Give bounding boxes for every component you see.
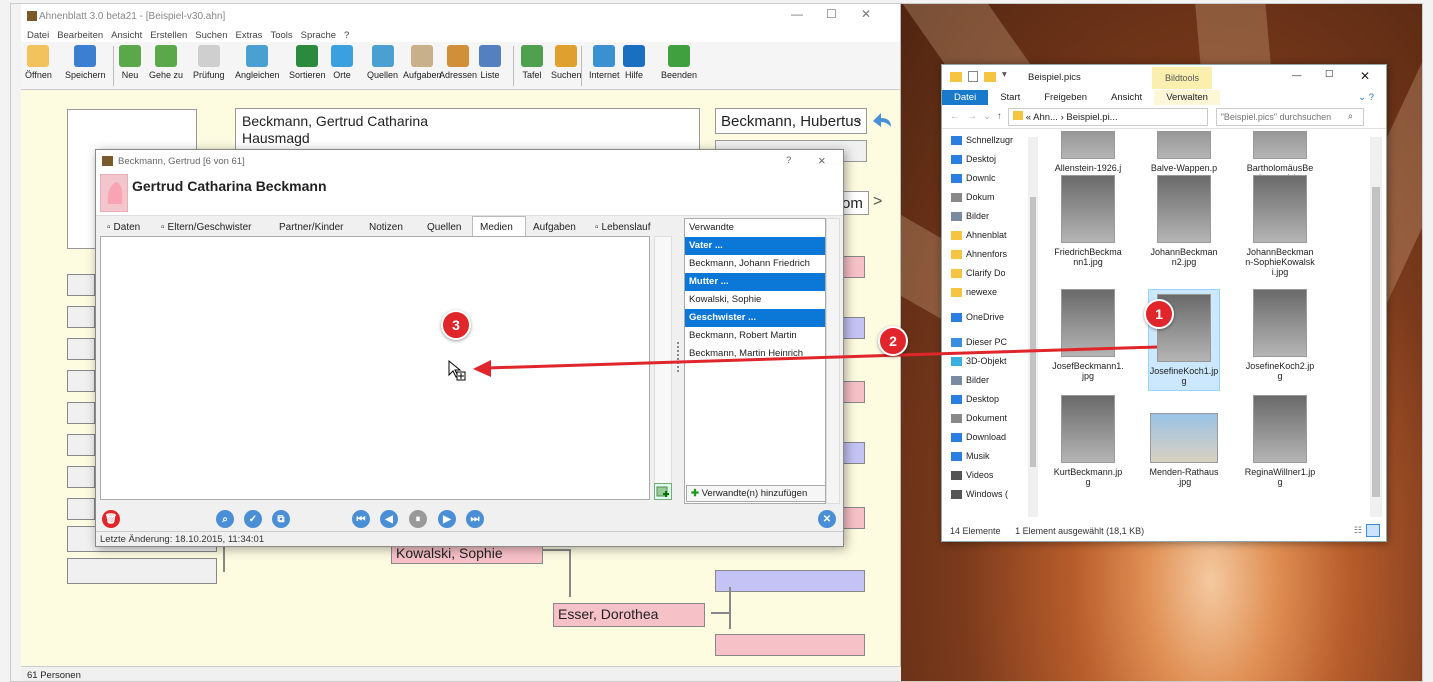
callout-1: 1: [1144, 299, 1174, 329]
drag-annotation: [473, 345, 1158, 377]
callout-3: 3: [441, 310, 471, 340]
callout-2: 2: [878, 326, 908, 356]
screenshot-frame: Ahnenblatt 3.0 beta21 - [Beispiel-v30.ah…: [10, 3, 1423, 682]
drag-arrow-line: [486, 345, 1158, 370]
drag-arrow-head: [473, 360, 491, 377]
